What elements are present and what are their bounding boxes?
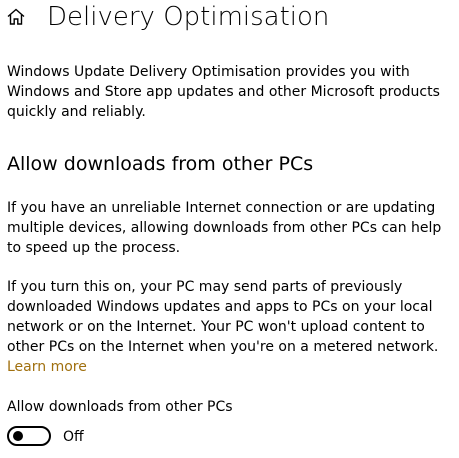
intro-text: Windows Update Delivery Optimisation pro…	[7, 64, 440, 120]
page-title: Delivery Optimisation	[47, 2, 330, 32]
privacy-paragraph: If you turn this on, your PC may send pa…	[7, 279, 439, 355]
allow-downloads-toggle[interactable]	[7, 426, 51, 446]
toggle-label: Allow downloads from other PCs	[7, 399, 233, 415]
toggle-knob	[13, 431, 23, 441]
learn-more-link[interactable]: Learn more	[7, 357, 87, 377]
description-paragraph: If you have an unreliable Internet conne…	[7, 200, 442, 256]
section-heading: Allow downloads from other PCs	[7, 153, 314, 175]
home-icon[interactable]	[6, 7, 26, 27]
toggle-state-text: Off	[63, 429, 84, 445]
page-header: Delivery Optimisation	[0, 0, 459, 40]
